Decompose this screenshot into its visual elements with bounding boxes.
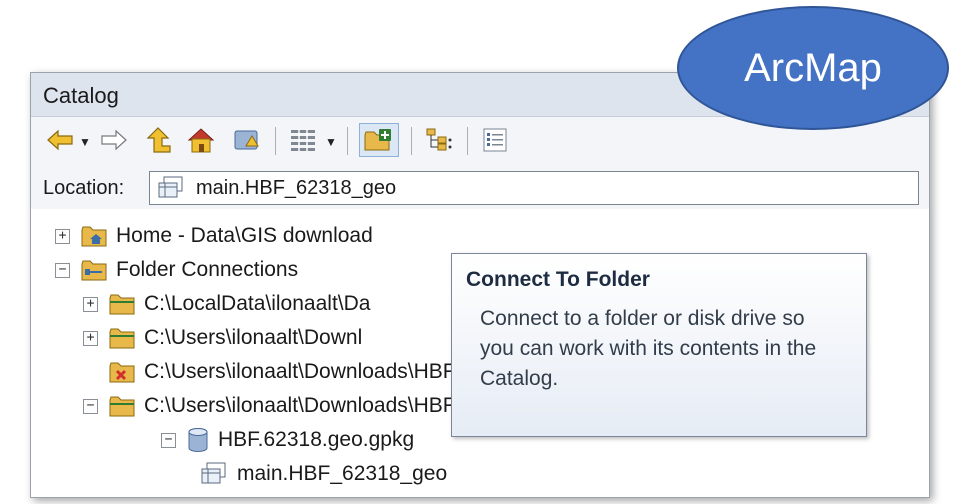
toggle-contents-icon[interactable]	[231, 123, 263, 157]
expand-toggle[interactable]: +	[55, 228, 70, 244]
toolbar-separator	[411, 127, 412, 155]
up-one-level-icon[interactable]	[143, 123, 173, 157]
collapse-toggle[interactable]: −	[161, 432, 176, 448]
location-bar: Location: main.HBF_62318_geo	[31, 165, 929, 209]
toolbar-separator	[347, 127, 348, 155]
tooltip-body: Connect to a folder or disk drive so you…	[480, 307, 817, 390]
connect-folder-icon[interactable]	[359, 123, 399, 157]
expand-toggle[interactable]: +	[83, 296, 98, 312]
location-value: main.HBF_62318_geo	[196, 177, 397, 199]
tree-item-label: C:\Users\ilonaalt\Downl	[144, 326, 363, 349]
tree-item-label: Home - Data\GIS download	[116, 224, 373, 247]
location-label: Location:	[43, 177, 125, 199]
view-options-icon[interactable]	[287, 123, 319, 157]
forward-arrow-icon[interactable]	[99, 123, 129, 157]
tree-item-home[interactable]: + Home - Data\GIS download	[55, 219, 373, 253]
folder-icon	[108, 394, 136, 418]
table-icon	[156, 175, 186, 207]
toolbar-separator	[275, 127, 276, 155]
tree-item-label: main.HBF_62318_geo	[237, 462, 448, 485]
location-input[interactable]: main.HBF_62318_geo	[149, 171, 919, 205]
expand-toggle[interactable]: +	[83, 330, 98, 346]
view-options-dropdown-icon[interactable]: ▼	[325, 135, 337, 149]
tree-item-folder-connections[interactable]: − Folder Connections	[55, 253, 298, 287]
collapse-toggle[interactable]: −	[83, 398, 98, 414]
tree-item-label: Folder Connections	[116, 258, 299, 281]
home-folder-icon	[80, 224, 108, 248]
tree-view-icon[interactable]	[423, 123, 455, 157]
back-arrow-icon[interactable]	[45, 123, 75, 157]
tree-item-label: C:\LocalData\ilonaalt\Da	[144, 292, 371, 315]
database-icon	[186, 427, 210, 453]
tree-item-folder[interactable]: + C:\LocalData\ilonaalt\Da	[83, 287, 370, 321]
tooltip-title: Connect To Folder	[466, 268, 650, 291]
folder-connections-icon	[80, 258, 108, 282]
home-icon[interactable]	[185, 123, 217, 157]
tree-item-folder[interactable]: + C:\Users\ilonaalt\Downl	[83, 321, 362, 355]
tree-item-geopackage[interactable]: − HBF.62318.geo.gpkg	[161, 423, 414, 457]
table-icon	[199, 461, 229, 487]
folder-icon	[108, 292, 136, 316]
collapse-toggle[interactable]: −	[55, 262, 70, 278]
tree-item-table[interactable]: main.HBF_62318_geo	[199, 457, 447, 491]
broken-folder-icon	[108, 360, 136, 384]
connect-folder-tooltip: Connect To Folder Connect to a folder or…	[451, 253, 867, 437]
catalog-window: Catalog ▼ ▼ Location: main.HBF_62318_geo…	[30, 72, 930, 498]
toolbar-separator	[467, 127, 468, 155]
tree-item-label: HBF.62318.geo.gpkg	[218, 428, 415, 451]
list-view-icon[interactable]	[479, 123, 511, 157]
back-dropdown-icon[interactable]: ▼	[79, 135, 91, 149]
arcmap-callout: ArcMap	[677, 6, 949, 130]
folder-icon	[108, 326, 136, 350]
